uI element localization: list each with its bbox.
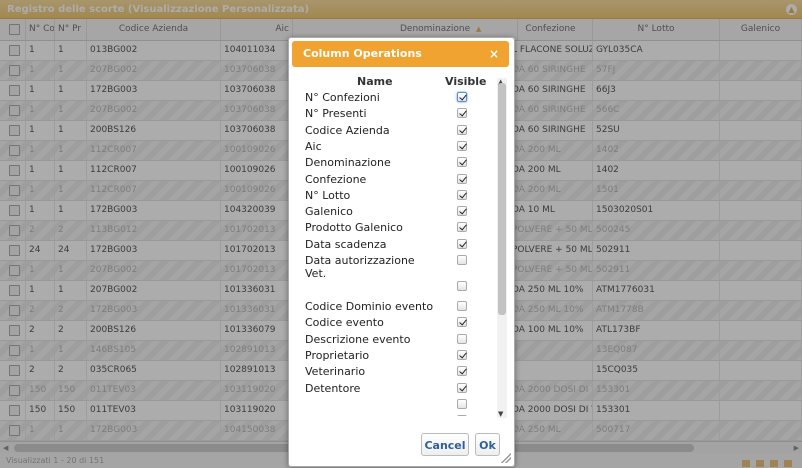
close-icon[interactable]: × [489, 41, 499, 67]
visible-checkbox[interactable] [457, 317, 467, 328]
visible-column-header: Visible [445, 75, 487, 88]
visible-checkbox[interactable] [457, 189, 467, 200]
resize-grip-icon[interactable] [501, 453, 511, 463]
visible-checkbox[interactable] [457, 255, 467, 265]
column-option-label: N° Confezioni [305, 91, 380, 104]
dialog-header: Column Operations × [292, 41, 509, 67]
dialog-title: Column Operations [303, 47, 422, 60]
visible-checkbox[interactable] [457, 157, 467, 168]
column-option-label: Prodotto Galenico [305, 221, 403, 235]
visible-checkbox[interactable] [457, 108, 467, 119]
column-option-label: Aic [305, 139, 322, 153]
column-option-label: N° Presenti [305, 107, 367, 121]
visible-checkbox[interactable] [457, 238, 467, 249]
column-option-label: Data autorizzazione Vet. [305, 254, 415, 280]
scroll-down-icon[interactable]: ▼ [498, 410, 503, 418]
column-list-scroll-thumb[interactable] [498, 83, 506, 315]
visible-checkbox[interactable] [457, 415, 467, 416]
column-option-label: Codice evento [305, 316, 384, 330]
visible-checkbox[interactable] [457, 333, 467, 344]
visible-checkbox[interactable] [457, 366, 467, 377]
column-option-label: Confezione [305, 172, 367, 186]
visible-checkbox[interactable] [457, 281, 467, 291]
column-option-label: Detentore [305, 381, 361, 395]
name-column-header: Name [357, 75, 393, 88]
visible-checkbox[interactable] [457, 222, 467, 233]
column-option-label: Proprietario [305, 348, 370, 362]
column-option-label: Codice Dominio evento [305, 300, 434, 313]
ok-button[interactable]: Ok [475, 433, 500, 456]
column-option-label: Descrizione evento [305, 332, 411, 346]
visible-checkbox[interactable] [457, 382, 467, 393]
column-option-label: Data scadenza [305, 237, 387, 251]
column-option-label: Codice Azienda [305, 123, 390, 137]
cancel-button[interactable]: Cancel [421, 433, 469, 456]
visible-checkbox[interactable] [457, 206, 467, 217]
column-option-label: Veterinario [305, 365, 366, 379]
column-list: N° Confezioni N° Presenti Codice Azienda Ai… [299, 91, 497, 416]
visible-checkbox[interactable] [457, 173, 467, 184]
column-list-scrollbar[interactable]: ▲ ▼ [497, 78, 507, 418]
visible-checkbox[interactable] [457, 92, 467, 102]
visible-checkbox[interactable] [457, 349, 467, 360]
column-option-label: Denominazione [305, 156, 391, 170]
column-option-label: N° Lotto [305, 188, 351, 202]
visible-checkbox[interactable] [457, 301, 467, 311]
column-operations-dialog: Column Operations × Name Visible N° Conf… [288, 37, 515, 467]
column-option-label: Galenico [305, 205, 353, 219]
visible-checkbox[interactable] [457, 124, 467, 135]
visible-checkbox[interactable] [457, 140, 467, 151]
visible-checkbox[interactable] [457, 398, 467, 409]
column-option-label: Codice Dominio ... [305, 414, 435, 416]
